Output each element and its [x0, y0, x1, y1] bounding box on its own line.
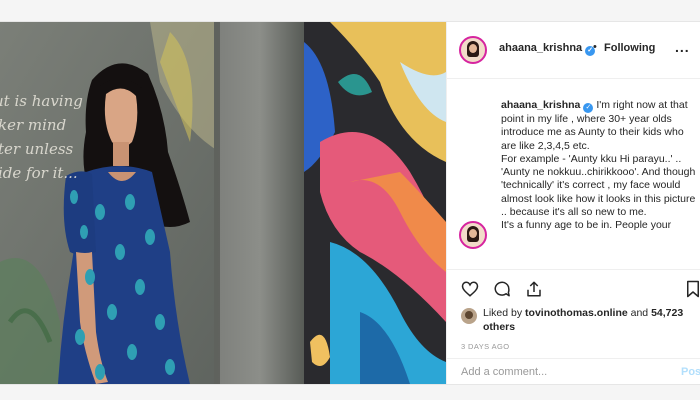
comment-input[interactable] — [461, 359, 661, 385]
bookmark-icon[interactable] — [685, 280, 700, 298]
caption-author-avatar[interactable] — [459, 221, 487, 249]
liker-avatar[interactable] — [461, 308, 477, 324]
caption-username[interactable]: ahaana_krishna — [501, 99, 580, 111]
wall-text-line: ker mind — [0, 116, 66, 134]
author-username[interactable]: ahaana_krishna ✓ — [499, 42, 596, 56]
post-comment-button[interactable]: Post — [681, 366, 700, 378]
comments-section[interactable]: ahaana_krishna ✓ I'm right now at that po… — [447, 79, 700, 269]
share-icon[interactable] — [525, 280, 543, 298]
add-comment-section: Post — [447, 358, 700, 385]
post-date[interactable]: 3 DAYS AGO — [461, 342, 509, 351]
wall-text-line: ide for it... — [0, 164, 78, 182]
post-photo-illustration: ut is having ker mind ter unless ide for… — [0, 22, 446, 384]
post-header: ahaana_krishna ✓ • Following ... — [447, 22, 700, 79]
comment-icon[interactable] — [493, 280, 511, 298]
caption-verified-badge-icon: ✓ — [583, 103, 594, 113]
following-button[interactable]: Following — [604, 42, 655, 54]
heart-icon[interactable] — [461, 280, 479, 298]
caption-text: I'm right now at that point in my life ,… — [501, 99, 696, 232]
instagram-post: ut is having ker mind ter unless ide for… — [0, 21, 700, 385]
header-separator: • — [593, 41, 597, 53]
post-caption: ahaana_krishna ✓ I'm right now at that po… — [501, 99, 697, 233]
post-actions-bar — [447, 269, 700, 306]
likes-middle: and — [627, 307, 652, 319]
liker-username[interactable]: tovinothomas.online — [525, 307, 628, 319]
wall-text-line: ter unless — [0, 140, 74, 158]
post-photo[interactable]: ut is having ker mind ter unless ide for… — [0, 22, 446, 384]
likes-prefix: Liked by — [483, 307, 526, 319]
author-username-text[interactable]: ahaana_krishna — [499, 42, 582, 54]
likes-summary: Liked by tovinothomas.online and 54,723 … — [461, 307, 697, 337]
author-avatar[interactable] — [459, 36, 487, 64]
more-options-icon[interactable]: ... — [675, 39, 690, 55]
wall-text-line: ut is having — [0, 92, 83, 110]
post-side-panel: ahaana_krishna ✓ • Following ... ahaana_k… — [446, 22, 700, 385]
likes-text: Liked by tovinothomas.online and 54,723 … — [483, 307, 693, 334]
